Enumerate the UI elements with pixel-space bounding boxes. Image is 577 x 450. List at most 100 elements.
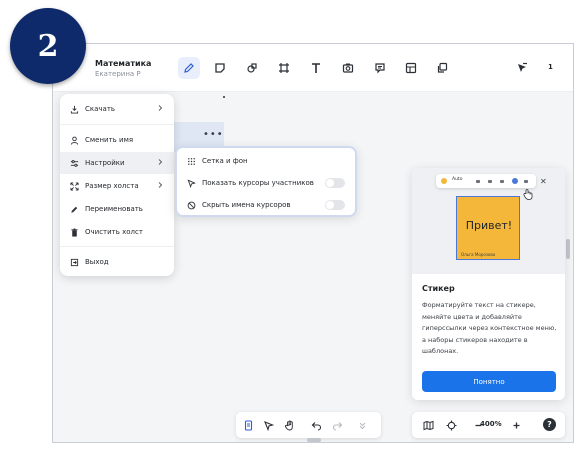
bold-icon: [476, 180, 480, 183]
menu-item-change-name[interactable]: Сменить имя: [60, 129, 174, 151]
participants-count[interactable]: 1: [548, 63, 553, 71]
menu-item-settings[interactable]: Настройки: [60, 152, 174, 174]
menu-item-label: Выход: [85, 258, 109, 266]
settings-icon: [69, 158, 79, 168]
templates-icon: [437, 62, 448, 73]
minimap-button[interactable]: [422, 419, 434, 431]
zoom-level[interactable]: 400%: [480, 420, 502, 428]
panel-toggle-button[interactable]: [242, 419, 254, 431]
hide-icon: [186, 200, 196, 210]
submenu-item-label: Скрыть имена курсоров: [202, 201, 291, 209]
shapes-icon: [247, 63, 257, 73]
submenu-item-grid-background[interactable]: Сетка и фон: [177, 150, 355, 172]
sticker-example: Привет! Ольга Морозова: [456, 196, 520, 260]
download-icon: [69, 104, 79, 114]
hide-cursor-names-toggle[interactable]: [325, 200, 345, 210]
text-tool-button[interactable]: [305, 57, 327, 79]
hand-icon: [284, 420, 293, 430]
shapes-tool-button[interactable]: [241, 57, 263, 79]
zoom-in-button[interactable]: [510, 419, 522, 431]
menu-divider: [60, 246, 174, 247]
crosshair-icon: [446, 420, 456, 430]
color-swatch-icon: [441, 178, 447, 184]
more-icon: [524, 180, 528, 183]
bottom-edit-toolbar: [236, 412, 381, 438]
sticker-tool-button[interactable]: [209, 57, 231, 79]
text-icon: [312, 63, 320, 73]
menu-item-rename[interactable]: Переименовать: [60, 198, 174, 220]
menu-item-label: Размер холста: [85, 182, 139, 190]
board-owner: Екатерина Р: [95, 70, 141, 78]
hand-cursor-icon: [523, 189, 533, 200]
map-icon: [423, 420, 433, 430]
submenu-item-hide-cursor-names[interactable]: Скрыть имена курсоров: [177, 194, 355, 216]
menu-item-label: Сменить имя: [85, 136, 134, 144]
cursor-icon: [186, 178, 196, 188]
chevron-right-icon: [158, 105, 163, 111]
fit-to-screen-button[interactable]: [445, 419, 457, 431]
comment-tool-button[interactable]: [369, 57, 391, 79]
help-button[interactable]: ?: [543, 418, 556, 431]
tip-title: Стикер: [422, 284, 455, 293]
link-icon: [488, 180, 492, 183]
pointer-icon: [263, 420, 274, 431]
chevron-right-icon: [158, 159, 163, 165]
menu-item-exit[interactable]: Выход: [60, 251, 174, 273]
panel-icon: [244, 419, 252, 431]
show-cursors-toggle[interactable]: [325, 178, 345, 188]
submenu-item-label: Показать курсоры участников: [202, 179, 314, 187]
resize-icon: [69, 181, 79, 191]
user-icon: [69, 135, 79, 145]
pencil-tool-button[interactable]: [178, 57, 200, 79]
got-it-button[interactable]: Понятно: [422, 371, 556, 392]
image-icon: [342, 63, 354, 73]
board-menu: Скачать Сменить имя Настройки Размер хол…: [60, 94, 174, 276]
bottom-view-toolbar: 400% ?: [412, 412, 565, 438]
align-icon: [500, 180, 504, 183]
chevron-right-icon: [158, 182, 163, 188]
exit-icon: [69, 257, 79, 267]
board-title[interactable]: Математика: [95, 59, 151, 68]
highlight-icon: [512, 178, 518, 184]
app-window: Математика Екатерина Р 1 ••• Скачать Сме…: [52, 43, 574, 443]
hand-tool-button[interactable]: [283, 419, 295, 431]
menu-item-canvas-size[interactable]: Размер холста: [60, 175, 174, 197]
undo-button[interactable]: [310, 419, 322, 431]
menu-item-label: Настройки: [85, 159, 125, 167]
collapse-toolbar-button[interactable]: [356, 419, 368, 431]
templates-tool-button[interactable]: [431, 57, 453, 79]
collaborators-button[interactable]: [511, 57, 533, 79]
frame-icon: [279, 63, 289, 73]
menu-item-download[interactable]: Скачать: [60, 98, 174, 120]
menu-item-label: Переименовать: [85, 205, 143, 213]
tip-illustration: Auto ✕ Привет! Ольга Морозова: [412, 168, 565, 274]
table-icon: [405, 62, 417, 74]
chevron-double-down-icon: [359, 422, 365, 429]
sticker-tip-card: Auto ✕ Привет! Ольга Морозова Стикер Фор…: [412, 168, 565, 400]
more-options-icon[interactable]: •••: [203, 129, 224, 140]
vertical-scrollbar[interactable]: [566, 239, 570, 259]
image-tool-button[interactable]: [337, 57, 359, 79]
sticker-text: Привет!: [465, 219, 513, 232]
settings-submenu: Сетка и фон Показать курсоры участников …: [175, 146, 357, 217]
mini-context-toolbar: Auto: [436, 174, 536, 188]
frame-tool-button[interactable]: [273, 57, 295, 79]
pencil-icon: [69, 204, 79, 214]
menu-item-label: Очистить холст: [85, 228, 143, 236]
submenu-item-show-cursors[interactable]: Показать курсоры участников: [177, 172, 355, 194]
table-tool-button[interactable]: [400, 57, 422, 79]
cursor-arrow-icon: [518, 62, 527, 72]
redo-button[interactable]: [331, 419, 343, 431]
trash-icon: [69, 227, 79, 237]
canvas-dot: [223, 96, 225, 98]
plus-icon: [513, 422, 519, 428]
menu-divider: [60, 124, 174, 125]
sticker-icon: [215, 63, 225, 73]
menu-item-clear-canvas[interactable]: Очистить холст: [60, 221, 174, 243]
close-icon: ✕: [540, 177, 547, 186]
horizontal-scrollbar[interactable]: [307, 438, 321, 442]
pencil-icon: [184, 63, 194, 73]
sticker-author: Ольга Морозова: [461, 252, 496, 257]
select-tool-button[interactable]: [262, 419, 274, 431]
comment-icon: [375, 63, 385, 74]
